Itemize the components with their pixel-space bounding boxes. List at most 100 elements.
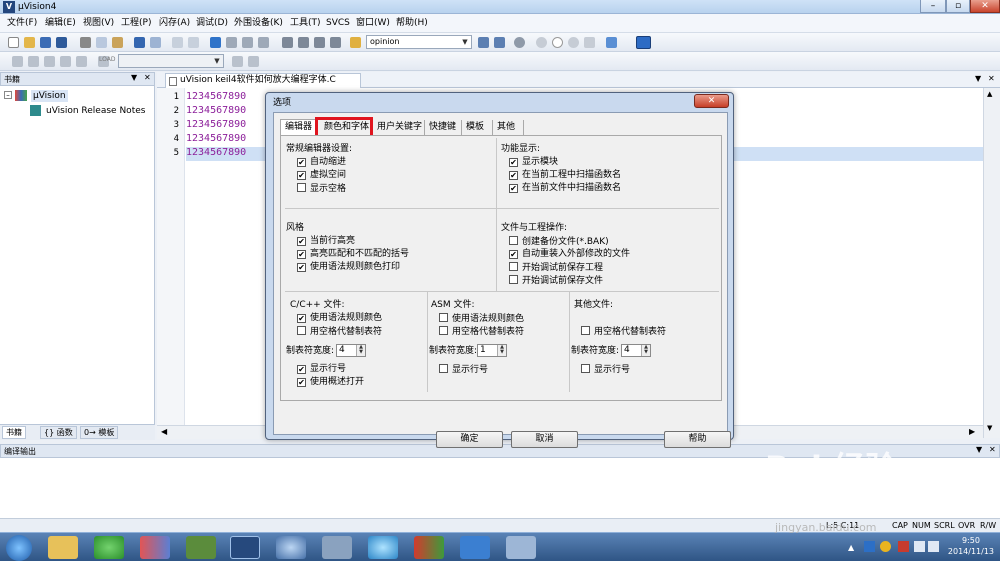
uncomment-icon[interactable]: [330, 37, 341, 48]
other-tab-size-spinner[interactable]: 4 ▲ ▼: [621, 344, 651, 357]
checkbox[interactable]: ✔: [297, 158, 306, 167]
target-options-icon[interactable]: [232, 56, 243, 67]
checkbox[interactable]: ✔: [297, 378, 306, 387]
view-white-space-option[interactable]: 显示空格: [297, 183, 346, 195]
spin-arrows-icon[interactable]: ▲ ▼: [497, 345, 506, 356]
other-line-numbers-option[interactable]: 显示行号: [581, 364, 630, 376]
cancel-button[interactable]: 取消: [511, 431, 578, 448]
tray-alert-icon[interactable]: [898, 541, 909, 552]
tab-other[interactable]: 其他: [492, 120, 525, 135]
spin-arrows-icon[interactable]: ▲ ▼: [641, 345, 650, 356]
checkbox[interactable]: ✔: [297, 263, 306, 272]
paste-icon[interactable]: [112, 37, 123, 48]
clock[interactable]: 9:50 2014/11/13: [948, 535, 994, 557]
tree-release-notes-item[interactable]: uVision Release Notes: [46, 105, 145, 117]
scan-project-functions-option[interactable]: ✔ 在当前工程中扫描函数名: [509, 170, 621, 181]
translate-icon[interactable]: [12, 56, 23, 67]
menu-file[interactable]: 文件(F): [7, 17, 37, 30]
volume-icon[interactable]: [928, 541, 939, 552]
expand-icon[interactable]: –: [4, 91, 12, 99]
tab-templates[interactable]: 0→ 模板: [80, 426, 119, 439]
build-icon[interactable]: [28, 56, 39, 67]
checkbox[interactable]: ✔: [297, 237, 306, 246]
dialog-close-button[interactable]: ✕: [694, 94, 729, 108]
cut-icon[interactable]: [80, 37, 91, 48]
c-line-numbers-option[interactable]: ✔ 显示行号: [297, 364, 346, 375]
ok-button[interactable]: 确定: [436, 431, 503, 448]
network-app-icon[interactable]: [140, 536, 170, 559]
scan-file-functions-option[interactable]: ✔ 在当前文件中扫描函数名: [509, 183, 621, 194]
checkbox[interactable]: [297, 183, 306, 192]
ie-icon[interactable]: [368, 536, 398, 559]
copy-icon[interactable]: [96, 37, 107, 48]
network-icon[interactable]: [914, 541, 925, 552]
checkbox[interactable]: [581, 364, 590, 373]
manage-components-icon[interactable]: [248, 56, 259, 67]
checkbox[interactable]: [439, 313, 448, 322]
unindent-icon[interactable]: [298, 37, 309, 48]
checkbox[interactable]: ✔: [297, 171, 306, 180]
globe-app-icon[interactable]: [276, 536, 306, 559]
debug-session-icon[interactable]: [514, 37, 525, 48]
menu-help[interactable]: 帮助(H): [396, 17, 428, 30]
tab-books[interactable]: 书籍: [2, 426, 26, 439]
menu-window[interactable]: 窗口(W): [356, 17, 390, 30]
incremental-find-icon[interactable]: [494, 37, 505, 48]
recycle-app-icon[interactable]: [186, 536, 216, 559]
pen-app-icon[interactable]: [460, 536, 490, 559]
checkbox[interactable]: [509, 236, 518, 245]
asm-line-numbers-option[interactable]: 显示行号: [439, 364, 488, 376]
browser-icon[interactable]: [94, 536, 124, 559]
close-icon[interactable]: ✕: [144, 73, 151, 82]
menu-debug[interactable]: 调试(D): [196, 17, 228, 30]
vertical-scrollbar[interactable]: ▲ ▼: [983, 88, 1000, 438]
menu-tools[interactable]: 工具(T): [290, 17, 321, 30]
tab-templates[interactable]: 模板: [461, 120, 488, 135]
checkbox[interactable]: ✔: [297, 365, 306, 374]
close-icon[interactable]: ✕: [989, 445, 996, 454]
tray-app-icon[interactable]: [880, 541, 891, 552]
configure-icon[interactable]: [636, 36, 651, 49]
nav-back-icon[interactable]: [172, 37, 183, 48]
bookmark-clear-icon[interactable]: [258, 37, 269, 48]
c-syntax-color-option[interactable]: ✔ 使用语法规则颜色: [297, 313, 382, 324]
checkbox[interactable]: ✔: [509, 184, 518, 193]
scroll-up-icon[interactable]: ▲: [987, 90, 992, 98]
save-project-before-debug-option[interactable]: 开始调试前保存工程: [509, 262, 603, 274]
highlight-braces-option[interactable]: ✔ 高亮匹配和不匹配的括号: [297, 249, 409, 260]
find-in-files-icon[interactable]: [350, 37, 361, 48]
bookmark-next-icon[interactable]: [242, 37, 253, 48]
stop-build-icon[interactable]: [76, 56, 87, 67]
help-button[interactable]: 帮助: [664, 431, 731, 448]
scroll-right-icon[interactable]: ▶: [969, 427, 975, 436]
scroll-left-icon[interactable]: ◀: [161, 427, 167, 436]
tab-editor[interactable]: 编辑器: [280, 119, 318, 135]
maximize-button[interactable]: ▫: [946, 0, 970, 13]
tool-app-icon[interactable]: [322, 536, 352, 559]
menu-view[interactable]: 视图(V): [83, 17, 114, 30]
checkbox[interactable]: [297, 326, 306, 335]
window-layout-icon[interactable]: [606, 37, 617, 48]
menu-flash[interactable]: 闪存(A): [159, 17, 190, 30]
comment-icon[interactable]: [314, 37, 325, 48]
chevron-down-icon[interactable]: ▼: [212, 56, 222, 66]
menu-project[interactable]: 工程(P): [121, 17, 151, 30]
start-button-icon[interactable]: [6, 535, 32, 561]
auto-indent-option[interactable]: ✔ 自动缩进: [297, 157, 346, 168]
tab-shortcuts[interactable]: 快捷键: [424, 120, 460, 135]
find-combo[interactable]: opinion ▼: [366, 35, 472, 49]
breakpoint-clear-icon[interactable]: [568, 37, 579, 48]
c-insert-spaces-option[interactable]: 用空格代替制表符: [297, 326, 382, 338]
chevron-down-icon[interactable]: ▼: [460, 37, 470, 47]
checkbox[interactable]: ✔: [509, 158, 518, 167]
close-button[interactable]: ✕: [970, 0, 1000, 13]
uvision-taskbar-icon[interactable]: [230, 536, 260, 559]
display-modules-option[interactable]: ✔ 显示模块: [509, 157, 558, 168]
tab-functions[interactable]: {} 函数: [40, 426, 77, 439]
editor-file-tab[interactable]: uVision keil4软件如何放大编程字体.C: [165, 73, 361, 88]
redo-icon[interactable]: [150, 37, 161, 48]
batch-build-icon[interactable]: [60, 56, 71, 67]
chevron-down-icon[interactable]: ▼: [975, 74, 981, 83]
auto-reload-option[interactable]: ✔ 自动重装入外部修改的文件: [509, 249, 630, 260]
c-outlining-option[interactable]: ✔ 使用概述打开: [297, 377, 364, 388]
